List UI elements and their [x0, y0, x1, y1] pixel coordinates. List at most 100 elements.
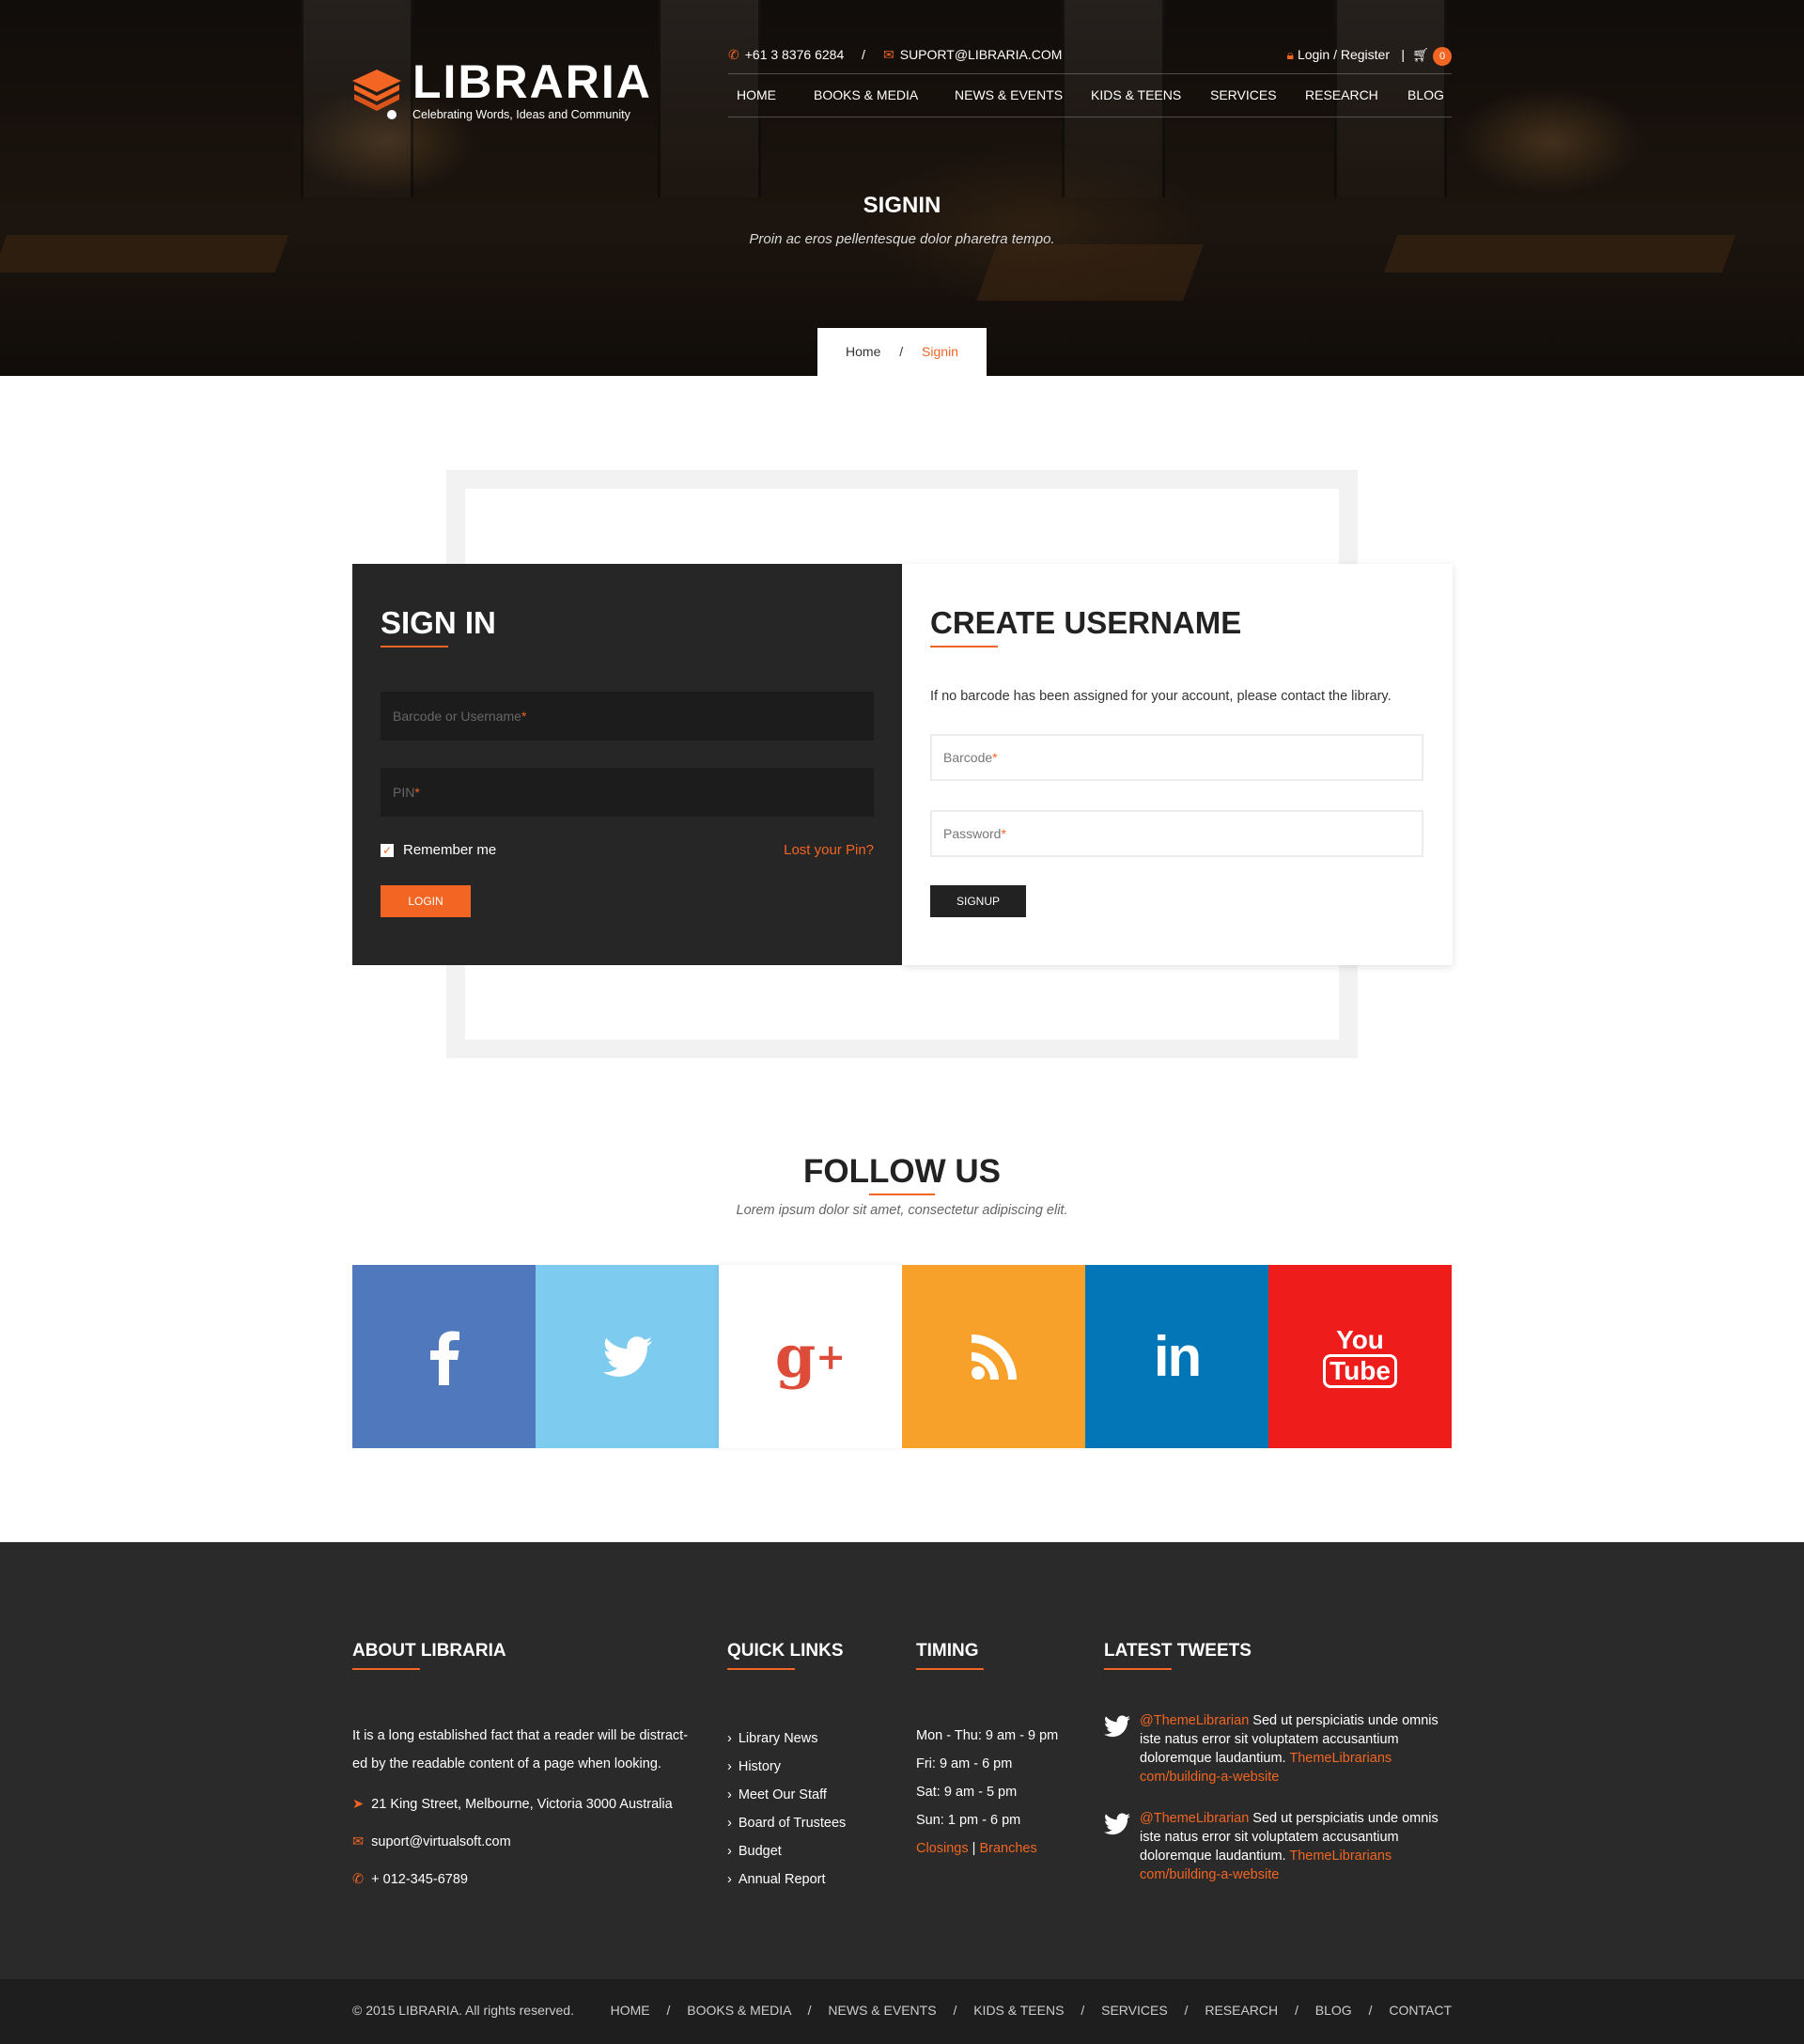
nav-news-events[interactable]: NEWS & EVENTS	[955, 87, 1063, 102]
quick-link-item[interactable]: › History	[727, 1753, 846, 1781]
title-underline	[381, 646, 448, 648]
barcode-placeholder: Barcode	[943, 750, 993, 765]
quick-link-item[interactable]: › Board of Trustees	[727, 1809, 846, 1837]
footer-phone: ✆ + 012-345-6789	[352, 1865, 468, 1894]
twitter-tile[interactable]	[536, 1265, 719, 1448]
title-underline	[930, 646, 998, 648]
breadcrumb-home[interactable]: Home	[846, 344, 880, 359]
header-phone[interactable]: ✆ +61 3 8376 6284	[728, 47, 844, 63]
branches-link[interactable]: Branches	[979, 1841, 1036, 1856]
site-logo[interactable]: LIBRARIA Celebrating Words, Ideas and Co…	[350, 58, 652, 121]
copyright: © 2015 LIBRARIA. All rights reserved.	[352, 2003, 574, 2018]
separator: /	[807, 2003, 812, 2018]
title-underline	[1104, 1668, 1172, 1670]
required-mark: *	[1001, 826, 1006, 841]
about-text-line: ed by the readable content of a page whe…	[352, 1756, 661, 1771]
books-logo-icon	[352, 70, 401, 119]
login-register-link[interactable]: 🔒︎ Login / Register	[1286, 47, 1390, 63]
bottom-link-home[interactable]: HOME	[611, 2003, 650, 2018]
pin-placeholder: PIN	[393, 785, 415, 800]
rss-tile[interactable]	[902, 1265, 1085, 1448]
lost-pin-link[interactable]: Lost your Pin?	[784, 842, 874, 858]
signin-panel: SIGN IN Barcode or Username* PIN* ✓ Reme…	[352, 564, 902, 965]
cart-button[interactable]: 🛒︎ 0	[1412, 47, 1452, 66]
breadcrumb-separator: /	[899, 344, 904, 359]
email-text: SUPORT@LIBRARIA.COM	[899, 47, 1063, 62]
logo-name: LIBRARIA	[412, 55, 652, 108]
login-register-text: Login / Register	[1297, 47, 1390, 62]
create-username-panel: CREATE USERNAME If no barcode has been a…	[902, 564, 1453, 965]
remember-checkbox[interactable]: ✓	[381, 843, 394, 857]
tweet-item: @ThemeLibrarian Sed ut perspiciatis unde…	[1104, 1809, 1442, 1884]
follow-title: FOLLOW US	[803, 1153, 1001, 1190]
quick-link-label: Meet Our Staff	[738, 1787, 827, 1802]
separator: /	[1368, 2003, 1373, 2018]
nav-books-media[interactable]: BOOKS & MEDIA	[814, 87, 918, 102]
twitter-bird-icon	[1104, 1715, 1130, 1738]
signup-button[interactable]: SIGNUP	[930, 885, 1026, 917]
remember-me[interactable]: ✓ Remember me	[381, 842, 496, 858]
twitter-bird-icon	[602, 1335, 652, 1377]
envelope-icon: ✉	[883, 47, 894, 62]
envelope-icon: ✉	[352, 1834, 365, 1849]
google-plus-icon: g+	[774, 1321, 847, 1391]
tweet-item: @ThemeLibrarian Sed ut perspiciatis unde…	[1104, 1711, 1442, 1787]
chevron-right-icon: ›	[727, 1844, 732, 1859]
footer-timing-title: TIMING	[916, 1641, 979, 1661]
linkedin-icon: in	[1153, 1325, 1202, 1388]
chevron-right-icon: ›	[727, 1731, 732, 1746]
quick-link-item[interactable]: › Annual Report	[727, 1865, 846, 1894]
nav-services[interactable]: SERVICES	[1210, 87, 1277, 102]
header-email[interactable]: ✉ SUPORT@LIBRARIA.COM	[883, 47, 1062, 63]
title-underline	[352, 1668, 420, 1670]
quick-link-item[interactable]: › Library News	[727, 1724, 846, 1753]
quick-link-item[interactable]: › Budget	[727, 1837, 846, 1865]
login-button[interactable]: LOGIN	[381, 885, 471, 917]
phone-text: +61 3 8376 6284	[744, 47, 845, 62]
chevron-right-icon: ›	[727, 1787, 732, 1802]
password-input[interactable]: Password*	[930, 810, 1423, 857]
bottom-link-blog[interactable]: BLOG	[1315, 2003, 1352, 2018]
closings-link[interactable]: Closings	[916, 1841, 969, 1856]
pin-input[interactable]: PIN*	[381, 768, 874, 817]
timing-list: Mon - Thu: 9 am - 9 pm Fri: 9 am - 6 pm …	[916, 1722, 1058, 1863]
separator: /	[1295, 2003, 1299, 2018]
top-contact-bar: ✆ +61 3 8376 6284 / ✉ SUPORT@LIBRARIA.COM …	[728, 47, 1452, 66]
timing-row: Sun: 1 pm - 6 pm	[916, 1813, 1021, 1828]
bottom-nav: HOME / BOOKS & MEDIA / NEWS & EVENTS / K…	[611, 2003, 1452, 2018]
divider: |	[972, 1841, 976, 1856]
google-plus-tile[interactable]: g+	[719, 1265, 902, 1448]
main-nav: HOME BOOKS & MEDIA NEWS & EVENTS KIDS & …	[728, 73, 1452, 117]
nav-research[interactable]: RESEARCH	[1305, 87, 1378, 102]
quick-link-label: History	[738, 1759, 781, 1774]
bottom-link-contact[interactable]: CONTACT	[1389, 2003, 1452, 2018]
quick-link-item[interactable]: › Meet Our Staff	[727, 1781, 846, 1809]
chevron-right-icon: ›	[727, 1816, 732, 1831]
youtube-tile[interactable]: You Tube	[1268, 1265, 1452, 1448]
barcode-input[interactable]: Barcode*	[930, 734, 1423, 781]
bottom-link-news-events[interactable]: NEWS & EVENTS	[828, 2003, 936, 2018]
footer-email[interactable]: ✉ suport@virtualsoft.com	[352, 1828, 511, 1856]
tweet-handle[interactable]: @ThemeLibrarian	[1140, 1713, 1249, 1728]
facebook-tile[interactable]	[352, 1265, 536, 1448]
required-mark: *	[992, 750, 998, 765]
username-input[interactable]: Barcode or Username*	[381, 692, 874, 741]
hero-banner: LIBRARIA Celebrating Words, Ideas and Co…	[0, 0, 1804, 376]
separator: /	[953, 2003, 957, 2018]
nav-blog[interactable]: BLOG	[1407, 87, 1444, 102]
linkedin-tile[interactable]: in	[1085, 1265, 1268, 1448]
bottom-link-books-media[interactable]: BOOKS & MEDIA	[687, 2003, 790, 2018]
bottom-link-kids-teens[interactable]: KIDS & TEENS	[973, 2003, 1064, 2018]
nav-kids-teens[interactable]: KIDS & TEENS	[1091, 87, 1181, 102]
bottom-link-services[interactable]: SERVICES	[1101, 2003, 1168, 2018]
signin-title: SIGN IN	[381, 605, 496, 640]
breadcrumb-current: Signin	[922, 344, 958, 359]
page-subtitle: Proin ac eros pellentesque dolor pharetr…	[749, 231, 1055, 247]
bottom-link-research[interactable]: RESEARCH	[1205, 2003, 1278, 2018]
quick-link-label: Annual Report	[738, 1872, 826, 1887]
bottom-bar: © 2015 LIBRARIA. All rights reserved. HO…	[0, 1979, 1804, 2044]
title-underline	[916, 1668, 984, 1670]
separator: /	[1184, 2003, 1189, 2018]
nav-home[interactable]: HOME	[737, 87, 776, 102]
tweet-handle[interactable]: @ThemeLibrarian	[1140, 1811, 1249, 1826]
